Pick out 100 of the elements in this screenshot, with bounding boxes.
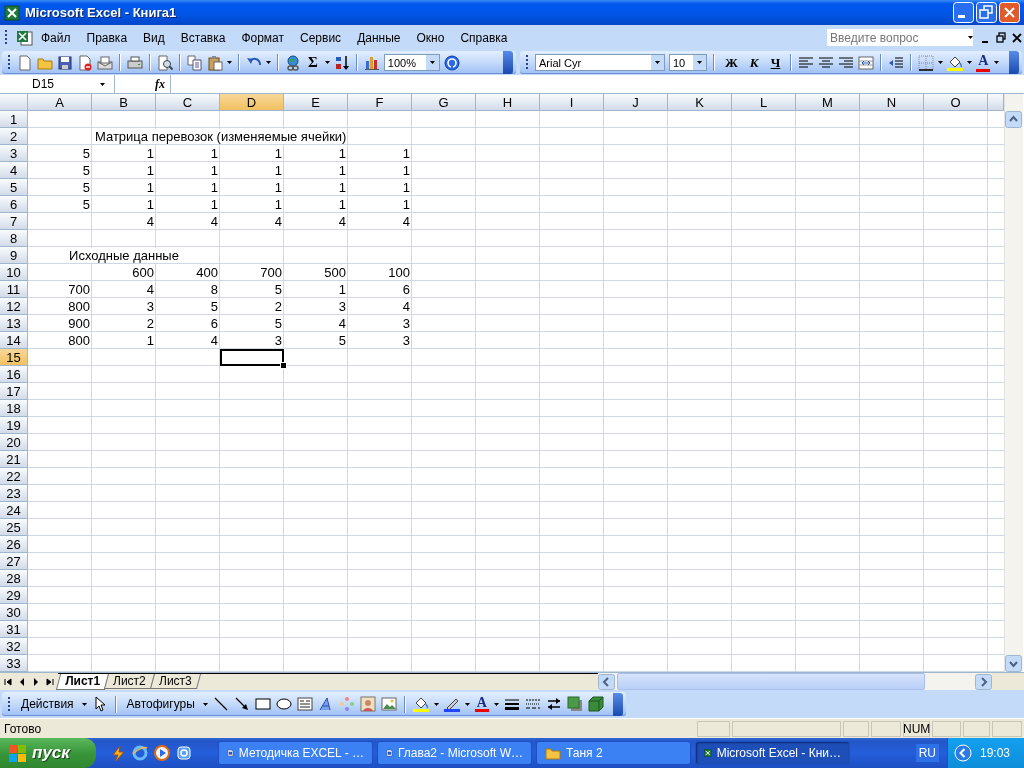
font-size-dropdown[interactable]: 10 [669, 54, 707, 71]
column-header[interactable]: D [220, 94, 284, 111]
column-header[interactable]: K [668, 94, 732, 111]
show-hidden-icons-icon[interactable] [953, 744, 972, 762]
row-header[interactable]: 24 [0, 502, 28, 519]
row-header[interactable]: 27 [0, 553, 28, 570]
actions-menu[interactable]: Действия [18, 697, 77, 711]
scroll-down-icon[interactable] [1005, 655, 1022, 672]
row-header[interactable]: 22 [0, 468, 28, 485]
column-header[interactable]: C [156, 94, 220, 111]
caret-icon[interactable] [81, 702, 87, 706]
caret-icon[interactable] [994, 61, 1000, 64]
caret-icon[interactable] [697, 61, 702, 64]
sheet-tab[interactable]: Лист2 [104, 673, 155, 689]
last-sheet-icon[interactable] [46, 677, 54, 686]
new-document-icon[interactable] [17, 54, 33, 71]
row-header[interactable]: 33 [0, 655, 28, 672]
row-header[interactable]: 23 [0, 485, 28, 502]
align-right-icon[interactable] [838, 54, 855, 71]
caret-icon[interactable] [429, 61, 435, 64]
row-header[interactable]: 18 [0, 400, 28, 417]
column-header[interactable]: B [92, 94, 156, 111]
merge-center-icon[interactable] [858, 54, 875, 71]
folder-icon[interactable] [545, 745, 561, 761]
restore-icon[interactable] [996, 31, 1006, 44]
scroll-up-icon[interactable] [1005, 111, 1022, 128]
scroll-right-icon[interactable] [975, 673, 992, 690]
row-header[interactable]: 30 [0, 604, 28, 621]
caret-icon[interactable] [494, 702, 499, 706]
menu-item[interactable]: Данные [349, 28, 409, 47]
arrow-icon[interactable] [233, 696, 250, 712]
column-header[interactable]: A [28, 94, 92, 111]
next-sheet-icon[interactable] [32, 677, 40, 686]
hyperlink-icon[interactable] [285, 54, 301, 71]
row-header[interactable]: 31 [0, 621, 28, 638]
decrease-indent-icon[interactable] [888, 54, 905, 71]
taskbar-button[interactable]: Microsoft Excel - Кни… [695, 741, 850, 765]
messenger-icon[interactable] [176, 745, 192, 761]
column-header[interactable]: E [284, 94, 348, 111]
email-icon[interactable] [97, 54, 113, 71]
taskbar-button[interactable]: Таня 2 [536, 741, 691, 765]
row-header[interactable]: 7 [0, 213, 28, 230]
row-header[interactable]: 29 [0, 587, 28, 604]
shadow-icon[interactable] [567, 696, 583, 712]
row-header[interactable]: 6 [0, 196, 28, 213]
active-cell[interactable] [220, 349, 284, 366]
row-header[interactable]: 32 [0, 638, 28, 655]
zoom-dropdown[interactable]: 100% [383, 54, 440, 71]
text-box-icon[interactable] [296, 696, 313, 712]
borders-icon[interactable] [918, 54, 935, 71]
wordart-icon[interactable] [317, 696, 334, 712]
column-header[interactable]: I [540, 94, 604, 111]
font-dropdown[interactable]: Arial Cyr [535, 54, 665, 71]
media-player-icon[interactable] [154, 745, 170, 761]
row-header[interactable]: 12 [0, 298, 28, 315]
help-icon[interactable] [443, 54, 460, 71]
caret-icon[interactable] [100, 82, 105, 86]
row-header[interactable]: 15 [0, 349, 28, 366]
scroll-left-icon[interactable] [598, 673, 615, 690]
first-sheet-icon[interactable] [4, 677, 12, 686]
menu-item[interactable]: Правка [78, 28, 136, 47]
clip-art-icon[interactable] [359, 696, 376, 712]
row-header[interactable]: 4 [0, 162, 28, 179]
taskbar-button[interactable]: Методичка EXCEL - … [218, 741, 373, 765]
start-button[interactable]: пуск [0, 738, 96, 768]
row-header[interactable]: 9 [0, 247, 28, 264]
taskbar-button[interactable]: Глава2 - Microsoft W… [377, 741, 532, 765]
menu-item[interactable]: Формат [233, 28, 293, 47]
caret-icon[interactable] [655, 61, 660, 64]
caret-icon[interactable] [227, 61, 232, 64]
toolbar-options-button[interactable] [613, 692, 623, 716]
caret-icon[interactable] [967, 61, 973, 64]
underline-button[interactable]: Ч [766, 54, 785, 71]
menu-item[interactable]: Окно [408, 28, 453, 47]
arrow-style-icon[interactable] [546, 696, 562, 712]
oval-icon[interactable] [275, 696, 292, 712]
bold-button[interactable]: Ж [721, 54, 742, 71]
help-search-field[interactable]: Введите вопрос [826, 28, 974, 47]
sheet-tab[interactable]: Лист1 [55, 673, 110, 690]
column-header[interactable]: F [348, 94, 412, 111]
fill-color-icon[interactable] [412, 696, 429, 712]
menu-item[interactable]: Файл [33, 28, 79, 47]
caret-icon[interactable] [324, 61, 330, 64]
column-header[interactable]: G [412, 94, 476, 111]
align-center-icon[interactable] [818, 54, 835, 71]
caret-icon[interactable] [202, 702, 208, 706]
previous-sheet-icon[interactable] [18, 677, 26, 686]
row-header[interactable]: 14 [0, 332, 28, 349]
row-header[interactable]: 28 [0, 570, 28, 587]
font-color-button[interactable]: A [976, 53, 991, 72]
restore-button[interactable] [976, 2, 997, 23]
menu-item[interactable]: Вставка [172, 28, 234, 47]
permission-icon[interactable] [77, 54, 93, 71]
save-icon[interactable] [57, 54, 73, 71]
minimize-button[interactable] [953, 2, 974, 23]
row-header[interactable]: 20 [0, 434, 28, 451]
sheet-tab[interactable]: Лист3 [149, 673, 201, 689]
caret-icon[interactable] [938, 61, 944, 64]
row-header[interactable]: 16 [0, 366, 28, 383]
document-icon[interactable] [16, 29, 33, 46]
